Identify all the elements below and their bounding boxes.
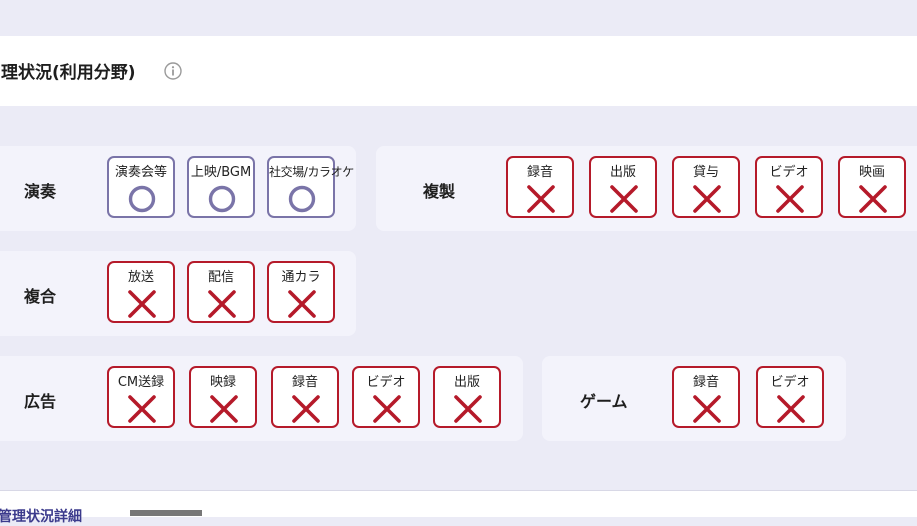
cross-icon	[454, 395, 482, 423]
cross-icon	[776, 185, 804, 213]
status-badge: 映画	[838, 156, 906, 218]
group-label: 複合	[24, 287, 57, 306]
group-label: 広告	[24, 392, 57, 411]
badge-label: CM送録	[117, 375, 165, 390]
status-badge: 配信	[187, 261, 255, 323]
circle-icon	[128, 185, 156, 213]
badge-label: ビデオ	[366, 375, 406, 390]
badge-label: 出版	[609, 165, 636, 180]
status-badge: 映録	[189, 366, 257, 428]
group-label: 演奏	[24, 182, 57, 201]
circle-icon	[288, 185, 316, 213]
status-badge: 貸与	[672, 156, 740, 218]
cross-icon	[128, 290, 156, 318]
badge-label: 配信	[207, 270, 234, 285]
detail-link[interactable]: 管理状況詳細	[0, 506, 82, 526]
badge-label: 上映/BGM	[190, 165, 252, 180]
badge-label: ビデオ	[770, 375, 810, 390]
status-badge: 録音	[672, 366, 740, 428]
badge-label: 貸与	[692, 165, 719, 180]
section-header	[0, 36, 917, 106]
badge-label: 録音	[291, 375, 318, 390]
cross-icon	[693, 185, 721, 213]
status-badge: CM送録	[107, 366, 175, 428]
cross-icon	[610, 185, 638, 213]
status-badge: 出版	[589, 156, 657, 218]
badge-label: 社交場/カラオケ	[269, 165, 354, 179]
badge-label: 演奏会等	[114, 165, 167, 180]
badge-label: 放送	[127, 270, 154, 285]
status-badge: ビデオ	[352, 366, 420, 428]
status-badge: 演奏会等	[107, 156, 175, 218]
badge-label: 映録	[209, 375, 236, 390]
status-badge: 録音	[506, 156, 574, 218]
status-badge: ビデオ	[755, 156, 823, 218]
cross-icon	[777, 395, 805, 423]
cross-icon	[373, 395, 401, 423]
cross-icon	[208, 290, 236, 318]
badge-label: 録音	[692, 375, 719, 390]
status-badge: 録音	[271, 366, 339, 428]
status-badge: 上映/BGM	[187, 156, 255, 218]
badge-label: ビデオ	[769, 165, 809, 180]
cross-icon	[527, 185, 555, 213]
badge-label: 録音	[526, 165, 553, 180]
badge-label: 通カラ	[281, 270, 321, 285]
status-badge: ビデオ	[756, 366, 824, 428]
badge-label: 映画	[858, 165, 885, 180]
cross-icon	[210, 395, 238, 423]
group-label: 複製	[423, 182, 456, 201]
footer-tab[interactable]	[130, 510, 202, 516]
info-icon[interactable]	[164, 62, 182, 80]
badge-label: 出版	[453, 375, 480, 390]
cross-icon	[859, 185, 887, 213]
section-title: 理状況(利用分野)	[1, 63, 136, 83]
status-badge: 出版	[433, 366, 501, 428]
status-badge: 放送	[107, 261, 175, 323]
cross-icon	[292, 395, 320, 423]
group-label: ゲーム	[580, 392, 628, 411]
cross-icon	[128, 395, 156, 423]
circle-icon	[208, 185, 236, 213]
cross-icon	[693, 395, 721, 423]
status-badge: 社交場/カラオケ	[267, 156, 354, 218]
cross-icon	[288, 290, 316, 318]
status-badge: 通カラ	[267, 261, 335, 323]
